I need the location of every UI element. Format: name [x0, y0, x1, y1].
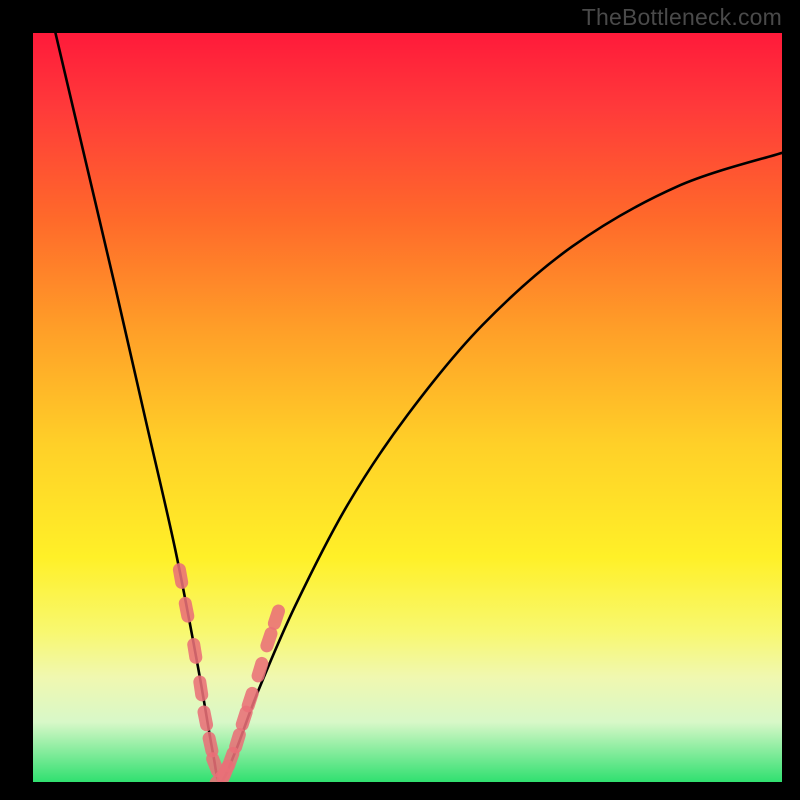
curve-marker — [228, 726, 248, 755]
chart-overlay-svg — [0, 0, 800, 800]
curve-marker — [240, 685, 260, 714]
curve-marker — [178, 596, 196, 624]
curve-marker — [196, 704, 214, 732]
outer-frame: TheBottleneck.com — [0, 0, 800, 800]
bottleneck-curve — [55, 33, 782, 782]
curve-marker — [186, 637, 203, 665]
marker-group — [172, 562, 287, 792]
curve-marker — [266, 603, 287, 632]
curve-marker — [172, 562, 189, 590]
curve-marker — [192, 675, 209, 703]
